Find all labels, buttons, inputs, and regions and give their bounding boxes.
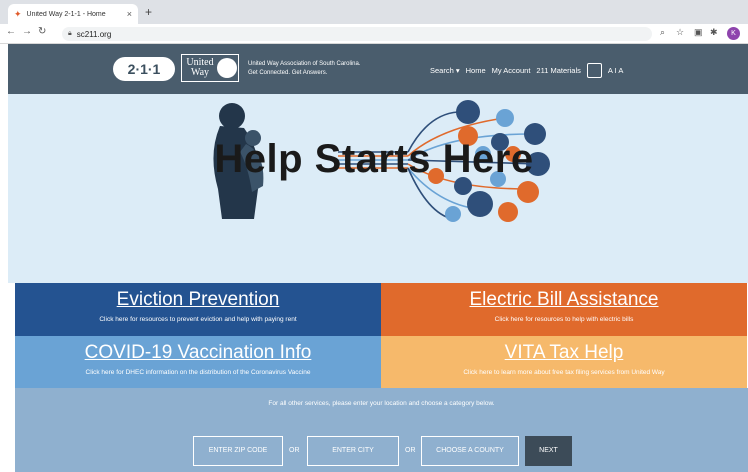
nav-my-account[interactable]: My Account: [492, 66, 531, 75]
tab-close-icon[interactable]: ×: [127, 9, 132, 19]
tile-title[interactable]: COVID-19 Vaccination Info: [15, 342, 381, 364]
zoom-icon[interactable]: ⌕: [660, 27, 665, 38]
logo-211[interactable]: 2·1·1: [113, 57, 175, 81]
next-button[interactable]: NEXT: [525, 436, 572, 466]
hero-illustration: [213, 100, 550, 222]
or-separator: OR: [289, 447, 300, 454]
lock-icon: 🔒︎: [68, 30, 72, 37]
new-tab-button[interactable]: +: [145, 5, 152, 19]
address-bar[interactable]: 🔒︎ sc211.org: [62, 27, 652, 41]
tile-subtitle: Click here to learn more about free tax …: [463, 369, 665, 376]
nav-211-materials[interactable]: 211 Materials: [536, 66, 580, 75]
favicon-icon: ✦: [14, 8, 22, 19]
tagline-line2: Get Connected. Get Answers.: [248, 70, 328, 76]
tile-eviction-prevention[interactable]: Eviction Prevention Click here for resou…: [15, 283, 381, 336]
browser-toolbar: ← → ↻ 🔒︎ sc211.org ⌕ ☆ ▣ ✱ K: [0, 24, 748, 44]
extension-icon[interactable]: ▣: [694, 27, 703, 38]
tab-title: United Way 2-1-1 - Home: [26, 10, 106, 18]
url-text: sc211.org: [76, 29, 112, 39]
united-way-logo[interactable]: United Way: [181, 54, 239, 82]
reload-icon[interactable]: ↻: [38, 26, 46, 37]
nav-home[interactable]: Home: [466, 66, 486, 75]
united-way-emblem-icon: [217, 58, 237, 78]
tile-vita-tax-help[interactable]: VITA Tax Help Click here to learn more a…: [381, 336, 747, 388]
city-input[interactable]: ENTER CITY: [307, 436, 399, 466]
tile-subtitle: Click here for resources to help with el…: [494, 316, 634, 323]
county-select[interactable]: CHOOSE A COUNTY: [421, 436, 519, 466]
tile-subtitle: Click here for resources to prevent evic…: [99, 316, 297, 323]
site-header: 2·1·1 United Way United Way Association …: [8, 44, 748, 94]
browser-tab-bar: ✦ United Way 2-1-1 - Home × +: [0, 0, 748, 24]
top-nav: Search ▾ Home My Account 211 Materials A…: [430, 63, 623, 78]
zip-code-input[interactable]: ENTER ZIP CODE: [193, 436, 283, 466]
tile-title[interactable]: VITA Tax Help: [381, 342, 747, 364]
tagline-line1: United Way Association of South Carolina…: [248, 61, 361, 67]
tile-title[interactable]: Eviction Prevention: [15, 289, 381, 311]
profile-avatar[interactable]: K: [727, 27, 740, 40]
search-hint: For all other services, please enter you…: [268, 400, 495, 407]
location-search-band: For all other services, please enter you…: [15, 388, 748, 472]
translate-icon[interactable]: [586, 63, 602, 78]
tile-subtitle: Click here for DHEC information on the d…: [85, 369, 311, 376]
tile-title[interactable]: Electric Bill Assistance: [381, 289, 747, 311]
nav-search[interactable]: Search ▾: [430, 66, 460, 75]
or-separator: OR: [405, 447, 416, 454]
tile-covid-vaccination-info[interactable]: COVID-19 Vaccination Info Click here for…: [15, 336, 381, 388]
font-size-toggle[interactable]: A I A: [608, 66, 623, 75]
forward-arrow-icon[interactable]: →: [22, 26, 32, 37]
uw-logo-line2: Way: [190, 67, 210, 78]
puzzle-icon[interactable]: ✱: [710, 27, 718, 38]
hero-headline: Help Starts Here: [214, 137, 534, 181]
browser-tab[interactable]: ✦ United Way 2-1-1 - Home ×: [8, 4, 138, 24]
hero-banner: [8, 94, 748, 283]
bookmark-star-icon[interactable]: ☆: [676, 27, 684, 38]
tagline: United Way Association of South Carolina…: [248, 60, 361, 78]
tile-electric-bill-assistance[interactable]: Electric Bill Assistance Click here for …: [381, 283, 747, 336]
back-arrow-icon[interactable]: ←: [6, 26, 16, 37]
